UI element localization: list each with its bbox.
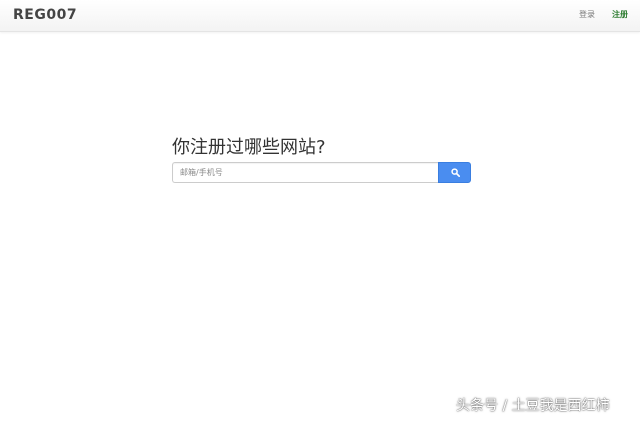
search-input[interactable] [172, 162, 438, 183]
search-icon [451, 168, 460, 177]
watermark-text: 头条号 / 土豆我是西红柿 [456, 398, 610, 414]
site-logo[interactable]: REG007 [13, 6, 77, 24]
search-button[interactable] [438, 162, 471, 183]
page: REG007 登录 注册 你注册过哪些网站? 头条号 / 土豆我是西红柿 [0, 0, 640, 421]
top-navbar: REG007 登录 注册 [0, 0, 640, 32]
page-title: 你注册过哪些网站? [172, 137, 326, 158]
register-link[interactable]: 注册 [612, 9, 628, 21]
login-link[interactable]: 登录 [579, 9, 595, 21]
